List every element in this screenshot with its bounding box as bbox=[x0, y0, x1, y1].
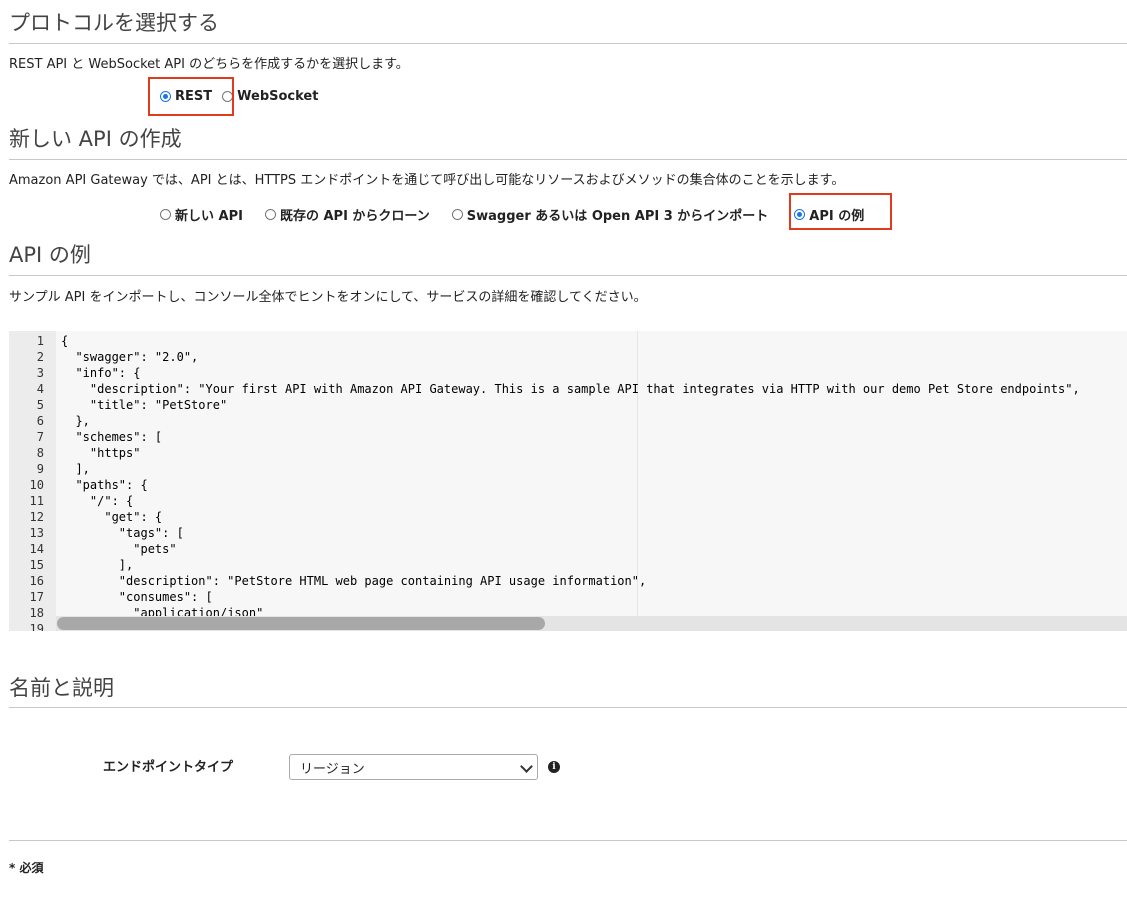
line-number: 11 bbox=[29, 494, 44, 508]
code-line: "swagger": "2.0", bbox=[61, 350, 199, 364]
line-number: 16 bbox=[29, 574, 44, 588]
code-line: "description": "PetStore HTML web page c… bbox=[61, 574, 647, 588]
endpoint-type-value: リージョン bbox=[300, 761, 365, 777]
line-numbers: 1 2 3 4 5 6 7 8 9 10 11 12 13 14 15 16 17 18 19 bbox=[9, 333, 44, 631]
line-number: 3 bbox=[36, 366, 44, 380]
example-description: サンプル API をインポートし、コンソール全体でヒントをオンにして、サービスの… bbox=[9, 290, 647, 305]
code-line: "description": "Your first API with Amaz… bbox=[61, 382, 1080, 396]
protocol-description: REST API と WebSocket API のどちらを作成するかを選択しま… bbox=[9, 57, 409, 72]
line-number: 15 bbox=[29, 558, 44, 572]
radio-import-swagger-indicator[interactable] bbox=[451, 209, 463, 220]
create-title: 新しい API の作成 bbox=[9, 127, 182, 151]
code-line: "info": { bbox=[61, 366, 141, 380]
line-number: 9 bbox=[36, 462, 44, 476]
code-line: "tags": [ bbox=[61, 526, 184, 540]
code-line: }, bbox=[61, 414, 90, 428]
line-number: 10 bbox=[29, 478, 44, 492]
code-line: "get": { bbox=[61, 510, 163, 524]
line-number: 4 bbox=[36, 382, 44, 396]
radio-clone-api-label: 既存の API からクローン bbox=[279, 209, 430, 224]
line-number: 19 bbox=[29, 622, 44, 631]
code-line: "consumes": [ bbox=[61, 590, 213, 604]
line-number: 6 bbox=[36, 414, 44, 428]
code-editor[interactable]: 1 2 3 4 5 6 7 8 9 10 11 12 13 14 15 16 17 18 19 { "swagger… bbox=[9, 331, 1127, 631]
code-line: ], bbox=[61, 558, 134, 572]
radio-websocket-label: WebSocket bbox=[237, 89, 319, 104]
name-section-title: 名前と説明 bbox=[9, 676, 114, 700]
create-divider bbox=[9, 159, 1127, 160]
line-number: 14 bbox=[29, 542, 44, 556]
create-radio-group: 新しい API 既存の API からクローン Swagger あるいは Open… bbox=[160, 205, 864, 224]
line-number: 18 bbox=[29, 606, 44, 620]
endpoint-type-label: エンドポイントタイプ bbox=[103, 760, 234, 775]
protocol-divider bbox=[9, 43, 1127, 44]
line-number: 5 bbox=[36, 398, 44, 412]
line-number: 1 bbox=[36, 334, 44, 348]
code-line: "pets" bbox=[61, 542, 177, 556]
example-divider bbox=[9, 275, 1127, 276]
radio-clone-api[interactable]: 既存の API からクローン bbox=[264, 205, 430, 224]
code-line: "title": "PetStore" bbox=[61, 398, 228, 412]
create-description: Amazon API Gateway では、API とは、HTTPS エンドポイ… bbox=[9, 173, 845, 188]
name-section-divider bbox=[9, 707, 1127, 708]
line-number: 12 bbox=[29, 510, 44, 524]
code-line: "/": { bbox=[61, 494, 134, 508]
rest-highlight-box bbox=[148, 77, 234, 116]
code-line: ], bbox=[61, 462, 90, 476]
editor-horizontal-scrollbar[interactable] bbox=[56, 616, 1127, 631]
line-number: 8 bbox=[36, 446, 44, 460]
example-title: API の例 bbox=[9, 243, 91, 267]
required-note: * 必須 bbox=[9, 861, 44, 875]
code-line: "https" bbox=[61, 446, 141, 460]
line-number: 2 bbox=[36, 350, 44, 364]
editor-scroll-thumb[interactable] bbox=[57, 617, 545, 630]
info-icon[interactable]: i bbox=[548, 761, 560, 773]
code-content[interactable]: { "swagger": "2.0", "info": { "descripti… bbox=[61, 333, 1080, 631]
radio-new-api-label: 新しい API bbox=[175, 209, 243, 224]
radio-websocket[interactable]: WebSocket bbox=[222, 89, 318, 104]
protocol-title: プロトコルを選択する bbox=[9, 11, 219, 35]
radio-clone-api-indicator[interactable] bbox=[264, 209, 276, 220]
line-number: 13 bbox=[29, 526, 44, 540]
chevron-down-icon bbox=[520, 760, 533, 773]
line-number: 7 bbox=[36, 430, 44, 444]
example-api-highlight-box bbox=[789, 193, 892, 230]
line-number: 17 bbox=[29, 590, 44, 604]
footer-divider bbox=[9, 840, 1127, 841]
radio-import-swagger[interactable]: Swagger あるいは Open API 3 からインポート bbox=[451, 205, 769, 224]
code-line: "paths": { bbox=[61, 478, 148, 492]
radio-new-api[interactable]: 新しい API bbox=[160, 205, 243, 224]
radio-new-api-indicator[interactable] bbox=[160, 209, 171, 220]
code-line: { bbox=[61, 334, 69, 348]
code-line: "schemes": [ bbox=[61, 430, 163, 444]
endpoint-type-select[interactable]: リージョン bbox=[289, 754, 538, 780]
radio-import-swagger-label: Swagger あるいは Open API 3 からインポート bbox=[466, 209, 769, 224]
